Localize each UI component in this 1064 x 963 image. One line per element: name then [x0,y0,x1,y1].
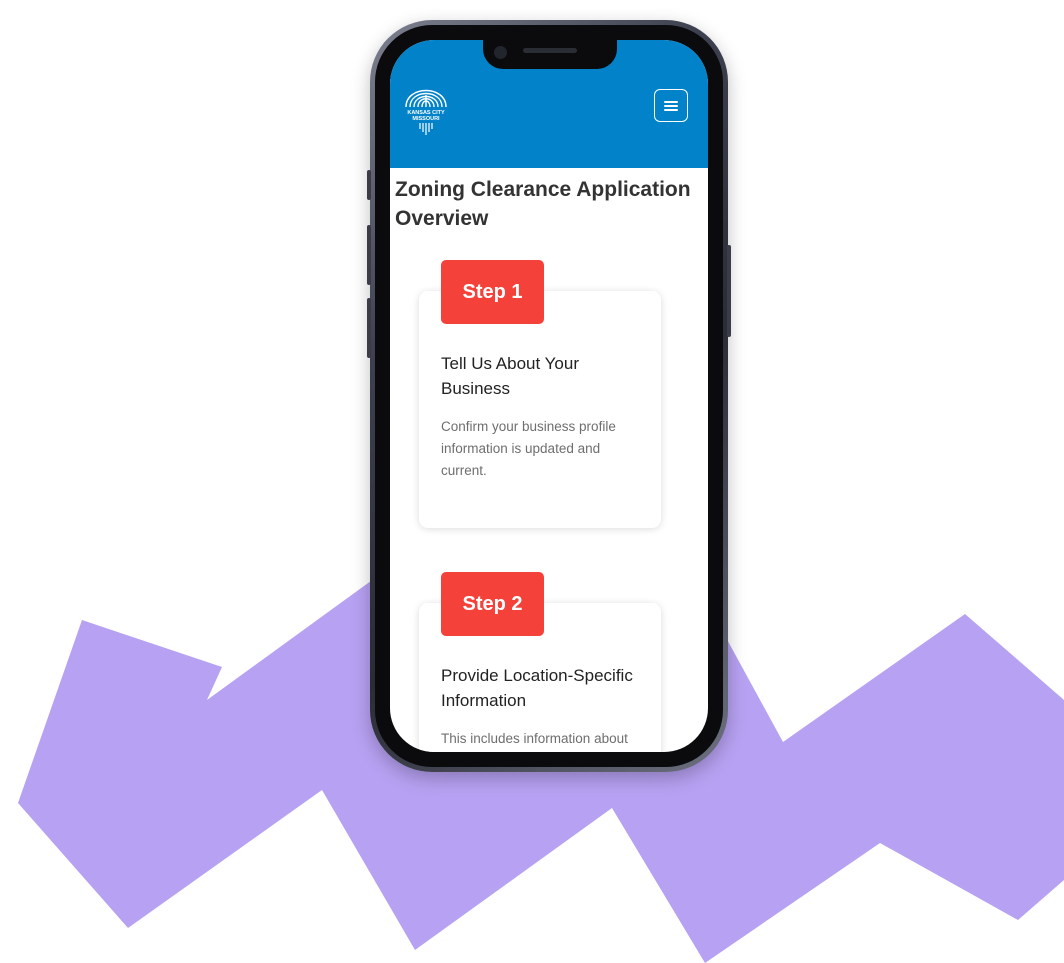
phone-screen: KANSAS CITY MISSOURI Zoning Clearance Ap… [390,40,708,752]
step-1-description: Confirm your business profile informatio… [441,419,616,478]
logo-text-line-2: MISSOURI [412,116,440,122]
hamburger-menu-icon [664,100,678,111]
step-2-description: This includes information about the busi… [441,731,628,746]
step-card-1: Tell Us About Your Business Confirm your… [419,291,661,528]
step-2-title: Provide Location-Specific Information [441,666,633,710]
step-1-title: Tell Us About Your Business [441,354,579,398]
phone-power-button [727,245,731,337]
front-camera [494,46,507,59]
phone-volume-down [367,298,371,358]
menu-button[interactable] [654,89,688,122]
phone-volume-up [367,225,371,285]
step-1-badge: Step 1 [441,260,544,324]
kansas-city-logo[interactable]: KANSAS CITY MISSOURI [400,77,452,135]
step-2-badge: Step 2 [441,572,544,636]
phone-notch [483,40,617,69]
phone-mute-switch [367,170,371,200]
page-title: Zoning Clearance Application Overview [395,178,691,230]
speaker-grille [523,48,577,53]
phone-mockup: KANSAS CITY MISSOURI Zoning Clearance Ap… [367,20,731,772]
